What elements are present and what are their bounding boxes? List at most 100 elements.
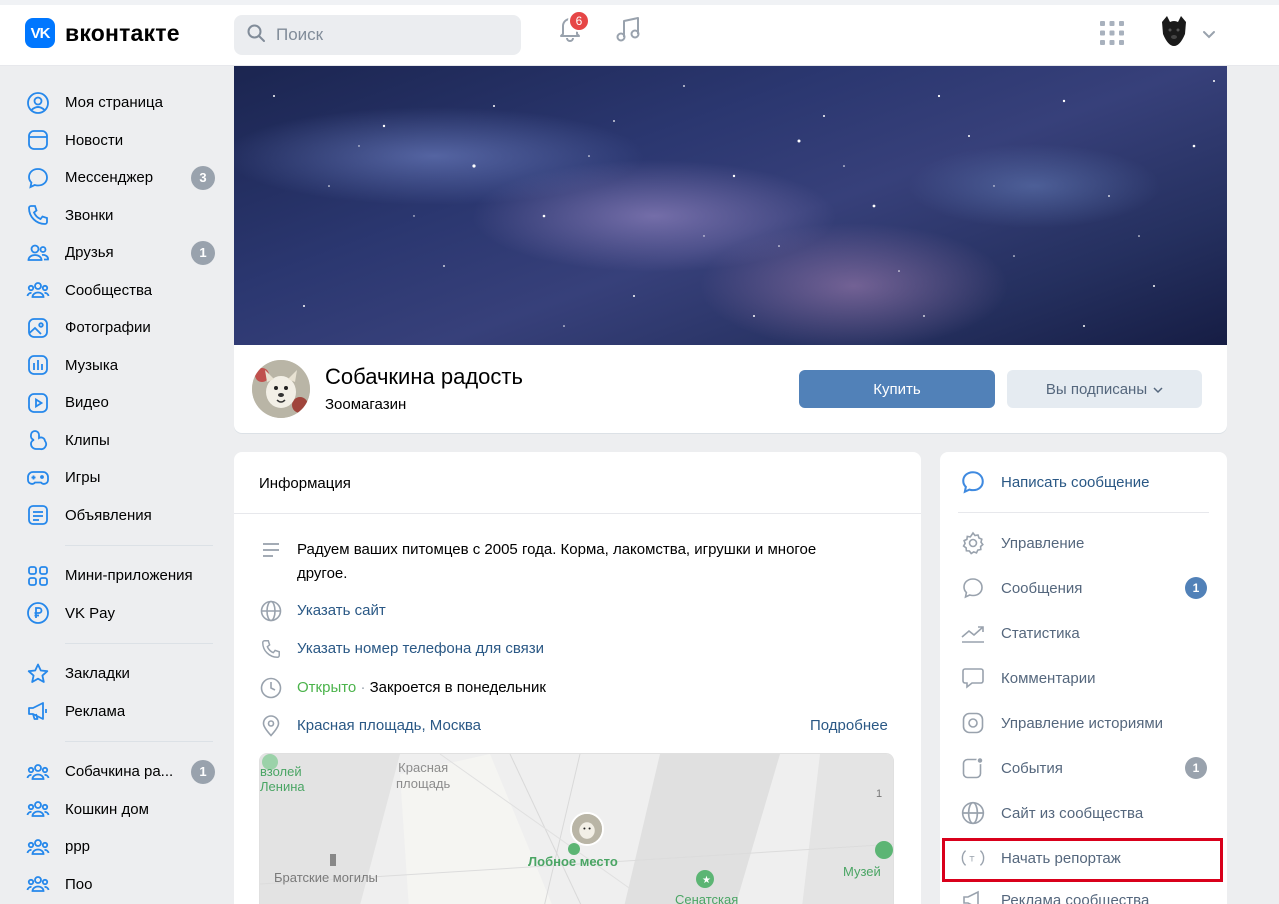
sidebar-item-group-koshkin[interactable]: Кошкин дом (20, 791, 220, 829)
chevron-down-icon[interactable] (1202, 27, 1216, 39)
manage-action[interactable]: Управление (960, 527, 1084, 559)
group-actions-card: Написать сообщение Управление Сообщения … (940, 452, 1227, 904)
location-map[interactable]: ★ взолей Ленина Красная площадь Лобное м… (259, 753, 894, 904)
sidebar-divider (65, 643, 213, 644)
map-label-square: Красная площадь (396, 760, 450, 792)
map-label-line: взолей (260, 764, 302, 779)
stories-action[interactable]: Управление историями (960, 707, 1163, 739)
write-message-action[interactable]: Написать сообщение (960, 466, 1150, 498)
events-action[interactable]: События (960, 752, 1063, 784)
phone-icon (26, 203, 50, 227)
community-ads-action[interactable]: Реклама сообщества (960, 884, 1149, 904)
sidebar-item-clips[interactable]: Клипы (20, 422, 220, 460)
map-label-museum: Музей (843, 864, 881, 879)
description-row: Радуем ваших питомцев с 2005 года. Корма… (259, 538, 819, 586)
vk-logo-mark: VK (25, 18, 55, 48)
messenger-count-badge: 3 (191, 165, 215, 190)
closing-time: Закроется в понедельник (369, 679, 546, 696)
communities-icon (26, 872, 50, 896)
megaphone-icon (960, 887, 986, 904)
chart-line-icon (960, 620, 986, 646)
address-row[interactable]: Красная площадь, Москва (259, 714, 481, 738)
user-avatar[interactable] (1156, 12, 1192, 48)
apps-grid-icon (26, 564, 50, 588)
sidebar-item-group-rrr[interactable]: ррр (20, 828, 220, 866)
actions-divider (958, 512, 1209, 513)
sidebar-item-music[interactable]: Музыка (20, 347, 220, 385)
sidebar-item-label: Игры (65, 469, 101, 487)
sidebar-item-photos[interactable]: Фотографии (20, 309, 220, 347)
location-pin-icon (259, 714, 283, 738)
sidebar-divider (65, 741, 213, 742)
sidebar-item-label: Клипы (65, 431, 110, 449)
add-website-link[interactable]: Указать сайт (297, 599, 386, 623)
sidebar-item-classifieds[interactable]: Объявления (20, 497, 220, 535)
subscribed-label: Вы подписаны (1045, 380, 1148, 398)
chevron-down-icon (1153, 381, 1163, 398)
sidebar-item-mini-apps[interactable]: Мини-приложения (20, 557, 220, 595)
search-box[interactable] (234, 15, 521, 55)
vk-logo[interactable]: VK вконтакте (25, 18, 180, 48)
gamepad-icon (26, 466, 50, 490)
messages-count-badge: 1 (1185, 577, 1207, 599)
sidebar-item-label: ррр (65, 838, 91, 856)
sidebar-item-games[interactable]: Игры (20, 459, 220, 497)
sidebar-item-label: Сообщества (65, 281, 153, 299)
action-label: Управление историями (1001, 714, 1164, 732)
sidebar-item-label: Кошкин дом (65, 800, 149, 818)
action-label: Реклама сообщества (1001, 891, 1150, 904)
sidebar-item-bookmarks[interactable]: Закладки (20, 655, 220, 693)
apps-grid-icon[interactable] (1099, 20, 1125, 46)
action-label: Начать репортаж (1001, 849, 1121, 867)
info-card-title: Информация (259, 475, 351, 492)
action-label: Комментарии (1001, 669, 1096, 687)
sidebar-item-label: Новости (65, 131, 124, 149)
map-group-marker[interactable] (570, 812, 604, 846)
community-site-action[interactable]: Сайт из сообщества (960, 797, 1143, 829)
action-label: Управление (1001, 534, 1085, 552)
sidebar-item-group-poo[interactable]: Поо (20, 866, 220, 904)
communities-icon (26, 835, 50, 859)
sidebar-item-calls[interactable]: Звонки (20, 197, 220, 235)
sidebar-item-label: Реклама (65, 702, 126, 720)
sidebar-item-vk-pay[interactable]: VK Pay (20, 595, 220, 633)
sidebar-item-label: Фотографии (65, 319, 151, 337)
group-avatar[interactable] (252, 360, 310, 418)
sidebar-item-label: Моя страница (65, 94, 163, 112)
sidebar-item-news[interactable]: Новости (20, 122, 220, 160)
sidebar-item-group-sobachkina[interactable]: Собачкина ра... 1 (20, 753, 220, 791)
sidebar-item-label: Музыка (65, 356, 119, 374)
phone-row[interactable]: Указать номер телефона для связи (259, 637, 544, 661)
sidebar-item-video[interactable]: Видео (20, 384, 220, 422)
sidebar-item-my-page[interactable]: Моя страница (20, 84, 220, 122)
gear-icon (960, 530, 986, 556)
add-phone-link[interactable]: Указать номер телефона для связи (297, 637, 544, 661)
map-label-area: взолей Ленина (260, 764, 305, 794)
statistics-action[interactable]: Статистика (960, 617, 1080, 649)
website-row[interactable]: Указать сайт (259, 599, 386, 623)
music-note-icon[interactable] (614, 15, 642, 45)
search-icon (246, 23, 266, 48)
info-divider (234, 513, 921, 514)
subscribed-dropdown-button[interactable]: Вы подписаны (1007, 370, 1202, 408)
cover-image (234, 66, 1227, 345)
notifications-badge: 6 (568, 10, 590, 32)
communities-icon (26, 760, 50, 784)
sidebar-item-ads[interactable]: Реклама (20, 693, 220, 731)
address-link[interactable]: Красная площадь, Москва (297, 714, 481, 738)
search-input[interactable] (276, 25, 506, 45)
more-details-link[interactable]: Подробнее (810, 717, 888, 734)
buy-button[interactable]: Купить (799, 370, 995, 408)
sidebar-item-messenger[interactable]: Мессенджер 3 (20, 159, 220, 197)
friends-icon (26, 241, 50, 265)
user-circle-icon (26, 91, 50, 115)
sidebar-item-friends[interactable]: Друзья 1 (20, 234, 220, 272)
communities-icon (26, 797, 50, 821)
story-icon (960, 710, 986, 736)
start-broadcast-action[interactable]: т Начать репортаж (960, 842, 1121, 874)
messages-action[interactable]: Сообщения (960, 572, 1082, 604)
comments-action[interactable]: Комментарии (960, 662, 1095, 694)
sidebar-item-label: Поо (65, 875, 93, 893)
ruble-icon (26, 601, 50, 625)
sidebar-item-communities[interactable]: Сообщества (20, 272, 220, 310)
